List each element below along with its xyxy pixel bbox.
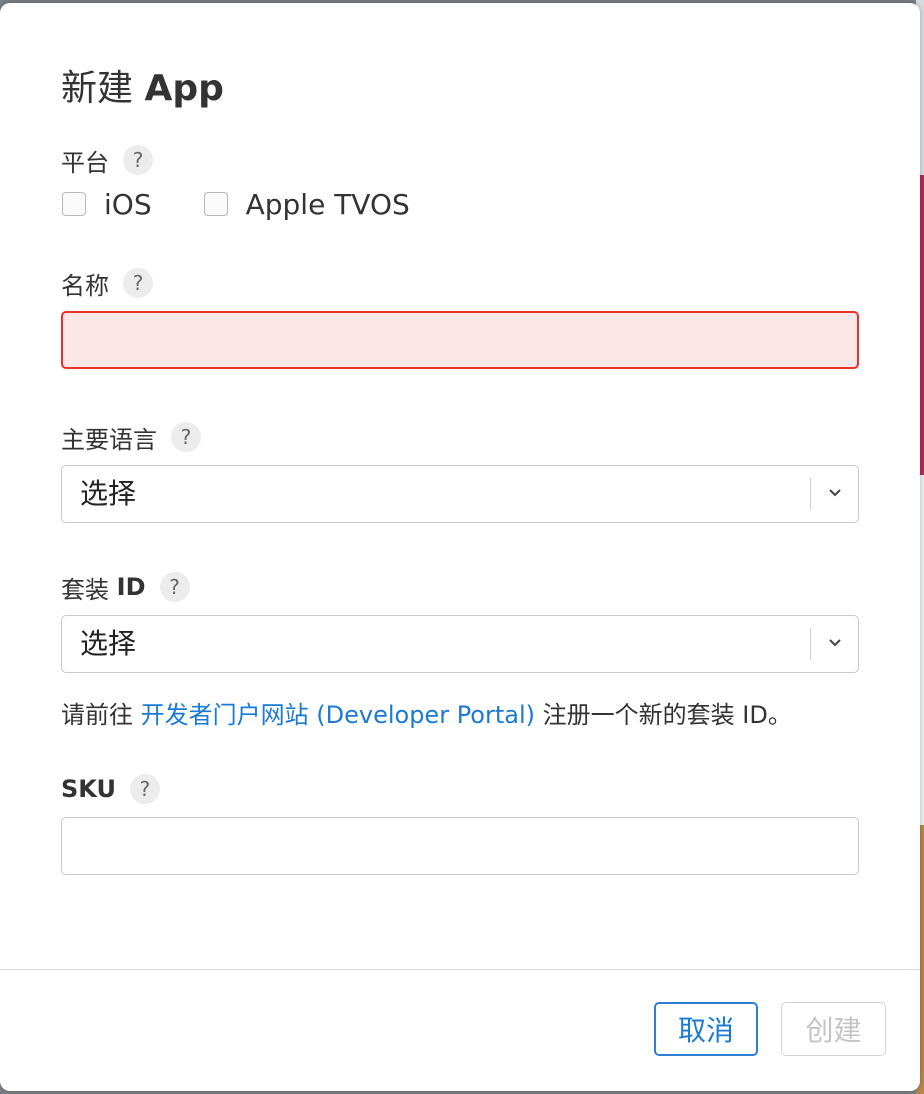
new-app-dialog: 新建 App 平台 ? iOS Apple TVOS 名称 ? 主要语言 ? 选… — [0, 3, 920, 1091]
title-prefix: 新建 — [61, 68, 134, 109]
language-select[interactable]: 选择 — [61, 465, 859, 523]
chevron-down-icon — [829, 489, 841, 497]
language-select-value: 选择 — [80, 477, 137, 510]
bundle-label-id: ID — [116, 573, 146, 601]
platform-options: iOS Apple TVOS — [62, 186, 462, 222]
platform-label-row: 平台 ? — [61, 144, 153, 177]
name-input[interactable] — [63, 313, 857, 367]
bundle-note-after: 注册一个新的套装 ID。 — [535, 701, 792, 729]
title-app: App — [144, 68, 224, 109]
ios-label: iOS — [104, 187, 152, 221]
bundle-select-value: 选择 — [80, 627, 137, 660]
name-label: 名称 — [61, 271, 109, 300]
footer-divider — [0, 969, 920, 970]
select-divider — [810, 628, 811, 660]
dialog-title: 新建 App — [61, 67, 224, 111]
platform-help-icon[interactable]: ? — [123, 145, 153, 175]
create-button[interactable]: 创建 — [781, 1002, 886, 1056]
sku-help-icon[interactable]: ? — [129, 774, 160, 804]
name-help-icon[interactable]: ? — [123, 268, 153, 298]
language-help-icon[interactable]: ? — [171, 422, 201, 452]
developer-portal-link[interactable]: 开发者门户网站 (Developer Portal) — [141, 701, 535, 729]
sku-field — [61, 817, 859, 875]
bundle-label-row: 套装 ID ? — [61, 571, 190, 604]
bundle-select[interactable]: 选择 — [61, 615, 859, 673]
platform-option-ios[interactable]: iOS — [62, 188, 152, 221]
bundle-note-before: 请前往 — [61, 701, 141, 729]
cancel-button[interactable]: 取消 — [654, 1002, 758, 1056]
ios-checkbox[interactable] — [62, 192, 86, 216]
platform-option-tvos[interactable]: Apple TVOS — [203, 187, 410, 221]
sku-label: SKU — [61, 775, 116, 803]
sku-label-row: SKU ? — [61, 773, 160, 805]
chevron-down-icon — [829, 639, 841, 647]
bundle-note: 请前往 开发者门户网站 (Developer Portal) 注册一个新的套装 … — [61, 697, 792, 733]
name-label-row: 名称 ? — [61, 267, 153, 300]
sku-input[interactable] — [62, 818, 858, 874]
tvos-checkbox[interactable] — [203, 192, 228, 216]
bundle-label-prefix: 套装 — [61, 575, 109, 604]
language-label-row: 主要语言 ? — [61, 421, 201, 454]
platform-label: 平台 — [61, 148, 109, 177]
tvos-label: Apple TVOS — [245, 187, 410, 221]
bundle-help-icon[interactable]: ? — [159, 572, 190, 602]
name-field — [61, 311, 859, 369]
select-divider — [810, 478, 811, 510]
language-label: 主要语言 — [61, 425, 157, 454]
